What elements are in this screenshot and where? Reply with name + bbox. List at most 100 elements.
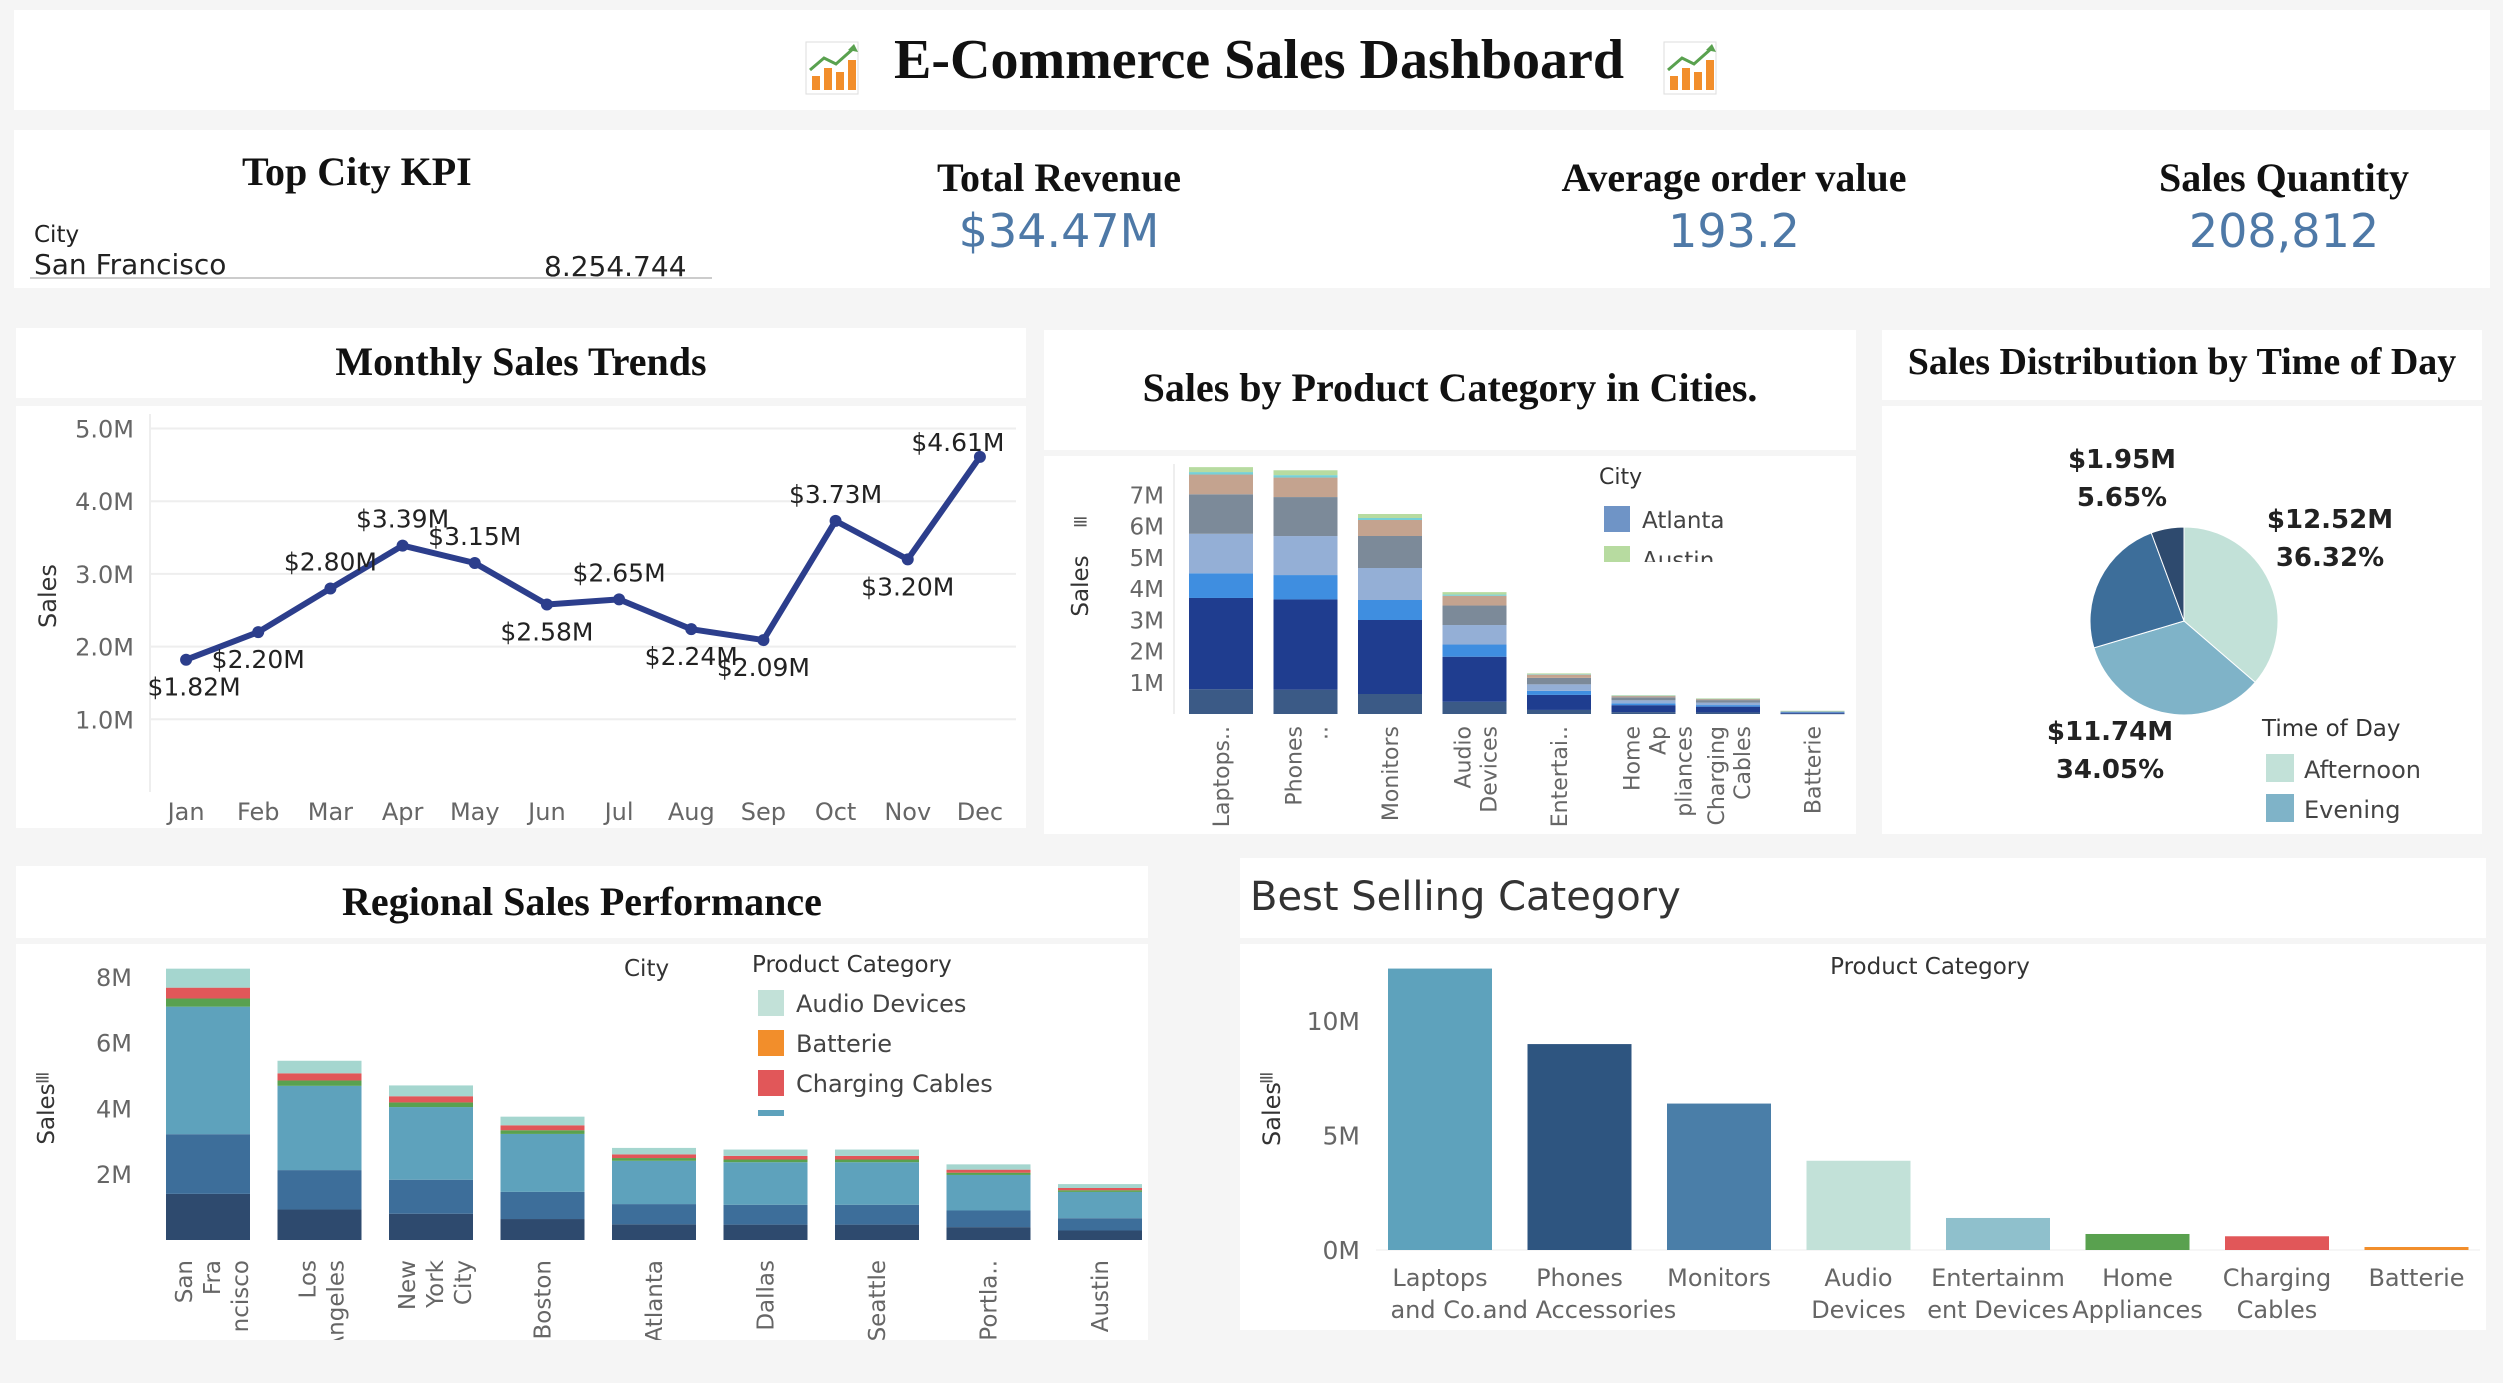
bar-segment [1358,520,1422,536]
bar-segment [612,1158,696,1161]
bar-segment [1189,494,1253,534]
bar-segment [277,1209,362,1240]
bar-segment [1358,694,1422,714]
bar [1667,1103,1771,1250]
legend-title: City [1599,465,1642,490]
total-revenue-value: $34.47M [958,204,1160,258]
bar-segment [835,1155,919,1160]
bar-segment [500,1133,585,1192]
bar-segment [1442,625,1507,645]
y-tick-label: 5M [1323,1122,1360,1151]
data-label: $2.58M [500,617,593,646]
x-tick-label: Mar [308,798,353,826]
x-tick-label: Phones.. [1283,726,1334,806]
y-tick-label: 7M [1130,483,1164,509]
bar-segment [1696,702,1760,706]
header-bar: E-Commerce Sales Dashboard [14,10,2490,110]
data-point [757,634,770,647]
legend-swatch [2266,754,2294,782]
bar-segment [1527,677,1591,685]
bar-segment [1273,575,1338,600]
total-revenue-title: Total Revenue [936,155,1182,200]
y-axis-label: Sales [34,564,62,628]
y-tick-label: 2M [1130,640,1164,666]
bar-segment [835,1149,919,1156]
bar-segment [1611,695,1676,696]
bar-segment [166,1134,250,1194]
bar-segment [1442,644,1507,657]
bar-segment [277,1080,362,1086]
y-axis-label: Sales [1258,1082,1286,1146]
bar-segment [946,1210,1031,1228]
bar-segment [1358,568,1422,600]
y-tick-label: 2.0M [75,634,134,662]
bar-segment [1442,592,1507,595]
x-tick-label: Apr [382,798,424,826]
data-label: $4.61M [911,428,1004,457]
legend-swatch [2266,794,2294,822]
y-tick-label: 8M [96,964,132,992]
x-header: Product Category [1830,954,2030,980]
bar-segment [1189,467,1253,473]
bar-segment [835,1204,919,1225]
data-label: $2.09M [717,653,810,682]
bar-segment [1527,674,1591,675]
bar-segment [1058,1188,1142,1191]
chart-increasing-icon [805,41,859,95]
y-tick-label: 6M [1130,515,1164,541]
chart-increasing-icon [1663,41,1717,95]
data-point [468,557,481,570]
bar-segment [1189,533,1253,574]
bar-segment [1273,599,1338,690]
bar-segment [389,1179,473,1214]
bar [2225,1236,2329,1250]
y-tick-label: 2M [96,1161,132,1189]
kpi-row: Top City KPI City San Francisco 8.254.74… [14,130,2490,288]
legend-label: Atlanta [1642,508,1725,534]
bar-segment [946,1174,1031,1211]
data-point [180,653,193,666]
bar-segment [1527,684,1591,691]
bar-segment [1273,475,1338,478]
legend-label: Charging Cables [796,1070,993,1098]
data-point [685,623,698,636]
time-of-day-title-panel: Sales Distribution by Time of Day [1882,330,2482,400]
bar-segment [723,1224,808,1240]
time-of-day-chart-panel: $12.52M 36.32% $11.74M 34.05% $1.95M 5.65% Tim… [1882,406,2482,834]
sort-icon: ≡ [1258,1065,1275,1089]
bar-segment [1696,700,1760,703]
y-tick-label: 4.0M [75,488,134,516]
best-category-title-panel: Best Selling Category [1240,858,2486,938]
bar-segment [1611,705,1676,713]
bar-segment [389,1102,473,1108]
dashboard-title: E-Commerce Sales Dashboard [894,29,1625,91]
monthly-sales-line-chart: 1.0M 2.0M 3.0M 4.0M 5.0M Sales Jan Feb Mar Apr May… [34,414,1016,826]
y-tick-label: 3.0M [75,561,134,589]
data-label: $2.80M [284,547,377,576]
bar-segment [1189,472,1253,475]
bar-segment [166,1006,250,1135]
bar-segment [1442,701,1507,714]
bar-segment [1442,605,1507,626]
bar-segment [500,1130,585,1134]
bar-segment [835,1159,919,1163]
x-tick-label: Monitors [1667,1264,1771,1292]
legend-title: Product Category [752,952,952,978]
data-label: $1.82M [148,673,241,702]
data-label: $2.20M [212,645,305,674]
bar-segment [1527,694,1591,710]
bar-segment [1780,713,1845,715]
legend-label: Afternoon [2304,756,2421,784]
x-tick-label: Boston [531,1260,557,1340]
data-point [396,539,409,552]
x-tick-label: AudioDevices [1811,1264,1906,1324]
bar-segment [1058,1230,1142,1240]
top-city-kpi-title: Top City KPI [242,149,472,194]
bar-segment [1527,690,1591,695]
data-point [829,514,842,527]
x-tick-label: ChargingCables [1705,726,1756,825]
x-tick-label: Batterie [2368,1264,2464,1292]
bar-segment [1780,712,1845,713]
bar-segment [612,1204,696,1225]
legend-clip [1594,562,1794,586]
